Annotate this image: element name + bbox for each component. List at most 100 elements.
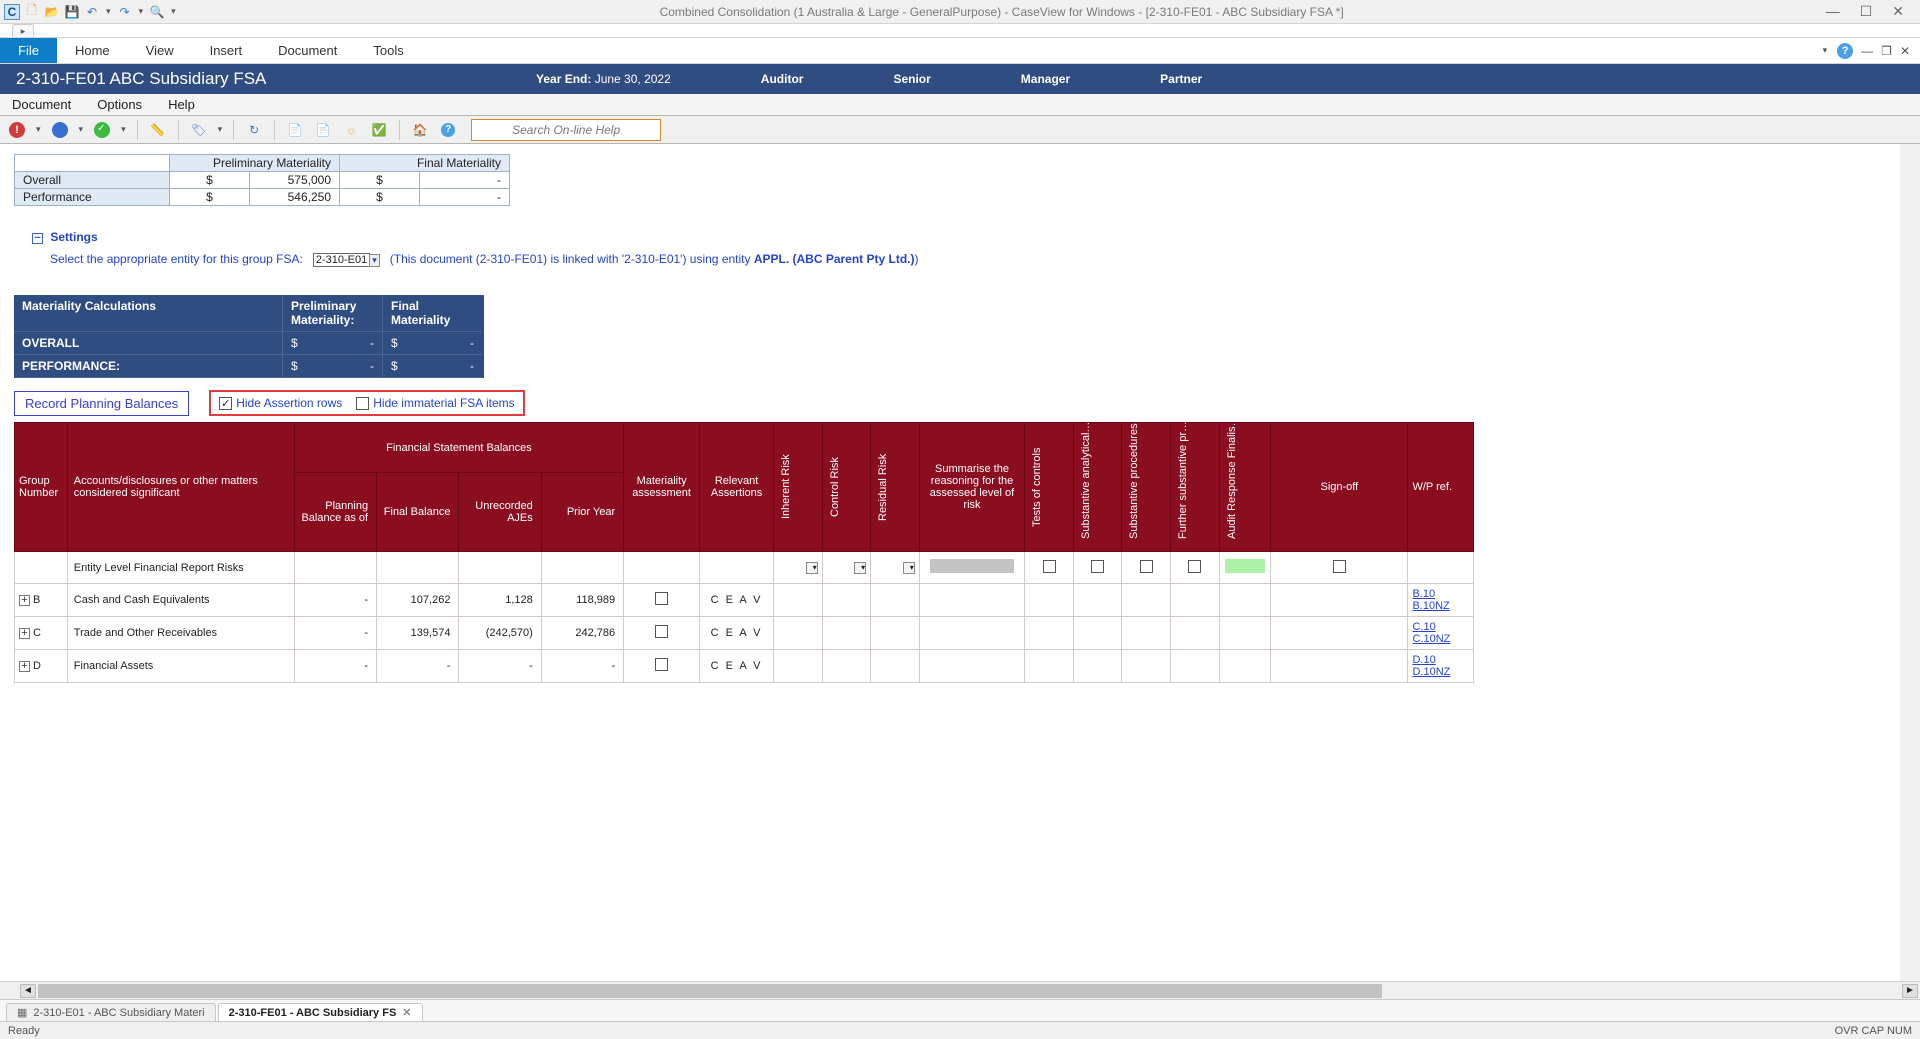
ruler-icon[interactable]: 📏 xyxy=(147,119,169,141)
settings-header[interactable]: − Settings xyxy=(32,230,1890,244)
wp-link[interactable]: C.10NZ xyxy=(1412,633,1469,645)
hide-assertions-checkbox[interactable]: Hide Assertion rows xyxy=(219,396,342,410)
globe-icon[interactable] xyxy=(49,119,71,141)
mini-tab[interactable]: ▸ xyxy=(12,24,34,37)
settings-section: − Settings Select the appropriate entity… xyxy=(32,230,1890,267)
submenu-help[interactable]: Help xyxy=(168,97,195,112)
ribbon-home[interactable]: Home xyxy=(57,38,128,63)
role-auditor: Auditor xyxy=(761,72,804,86)
tag-dropdown[interactable]: ▾ xyxy=(216,124,225,135)
new-icon[interactable]: 🗋 xyxy=(24,4,40,20)
expand-icon[interactable]: + xyxy=(19,628,30,639)
tag-icon[interactable]: 🏷 xyxy=(188,119,210,141)
mini-tab-strip: ▸ xyxy=(0,24,1920,38)
quick-access-toolbar: C 🗋 📂 💾 ↶ ▾ ↷ ▾ 🔍 ▾ xyxy=(4,4,178,20)
doc-tab-active[interactable]: 2-310-FE01 - ABC Subsidiary FS ✕ xyxy=(218,1003,423,1021)
scroll-right-icon[interactable]: ► xyxy=(1902,984,1918,998)
preview-icon[interactable]: 🔍 xyxy=(149,4,165,20)
hide-immaterial-checkbox[interactable]: Hide immaterial FSA items xyxy=(356,396,514,410)
ribbon-insert[interactable]: Insert xyxy=(192,38,261,63)
checkdoc-icon[interactable]: ✅ xyxy=(368,119,390,141)
ribbon-right: ▾ ? ― ❐ ✕ xyxy=(1821,38,1920,63)
ribbon-options-dropdown[interactable]: ▾ xyxy=(1821,45,1830,56)
role-partner: Partner xyxy=(1160,72,1202,86)
sun-icon[interactable]: ☼ xyxy=(340,119,362,141)
materiality-calc-panel: Materiality Calculations Preliminary Mat… xyxy=(14,295,484,378)
doc-tab[interactable]: ▦ 2-310-E01 - ABC Subsidiary Materi xyxy=(6,1003,216,1021)
undo-dropdown[interactable]: ▾ xyxy=(104,6,113,17)
expand-icon[interactable]: + xyxy=(19,595,30,606)
status-bar: Ready OVR CAP NUM xyxy=(0,1021,1920,1039)
refresh-icon[interactable]: ↻ xyxy=(243,119,265,141)
table-row: Performance $ 546,250 $ - xyxy=(15,189,510,206)
wp-link[interactable]: B.10NZ xyxy=(1412,600,1469,612)
checkbox[interactable] xyxy=(1333,560,1346,573)
redo-icon[interactable]: ↷ xyxy=(117,4,133,20)
entity-select[interactable]: 2-310-E01 xyxy=(313,253,370,267)
redo-dropdown[interactable]: ▾ xyxy=(137,6,146,17)
file-tab[interactable]: File xyxy=(0,38,57,63)
wp-link[interactable]: D.10 xyxy=(1412,654,1469,666)
check-dropdown[interactable]: ▾ xyxy=(119,124,128,135)
matcalc-col-final: Final Materiality xyxy=(382,295,482,332)
home-icon[interactable]: 🏠 xyxy=(409,119,431,141)
check-icon[interactable] xyxy=(91,119,113,141)
preview-dropdown[interactable]: ▾ xyxy=(169,6,178,17)
child-close-button[interactable]: ✕ xyxy=(1900,44,1910,58)
th-control-risk: Control Risk xyxy=(822,423,871,552)
checkbox[interactable] xyxy=(1091,560,1104,573)
document-tabs: ▦ 2-310-E01 - ABC Subsidiary Materi 2-31… xyxy=(0,999,1920,1021)
alert-dropdown[interactable]: ▾ xyxy=(34,124,43,135)
table-row: Overall $ 575,000 $ - xyxy=(15,172,510,189)
checkbox[interactable] xyxy=(1043,560,1056,573)
close-button[interactable]: ✕ xyxy=(1892,3,1904,20)
checkbox[interactable] xyxy=(655,592,668,605)
dropdown-icon[interactable]: ▾ xyxy=(854,562,866,574)
wp-link[interactable]: B.10 xyxy=(1412,588,1469,600)
submenu-document[interactable]: Document xyxy=(12,97,71,112)
filter-options-group: Hide Assertion rows Hide immaterial FSA … xyxy=(209,390,524,416)
scrollbar-thumb[interactable] xyxy=(38,984,1382,998)
table-row: +B Cash and Cash Equivalents - 107,262 1… xyxy=(15,584,1474,617)
scroll-left-icon[interactable]: ◄ xyxy=(20,984,36,998)
undo-icon[interactable]: ↶ xyxy=(84,4,100,20)
ribbon-tools[interactable]: Tools xyxy=(355,38,421,63)
child-restore-button[interactable]: ❐ xyxy=(1881,44,1892,58)
checkbox[interactable] xyxy=(1188,560,1201,573)
checkbox[interactable] xyxy=(1140,560,1153,573)
chevron-down-icon[interactable]: ▾ xyxy=(369,254,380,267)
checkbox[interactable] xyxy=(655,658,668,671)
alert-icon[interactable]: ! xyxy=(6,119,28,141)
record-planning-button[interactable]: Record Planning Balances xyxy=(14,391,189,416)
dropdown-icon[interactable]: ▾ xyxy=(903,562,915,574)
checkbox-icon[interactable] xyxy=(356,397,369,410)
maximize-button[interactable]: ☐ xyxy=(1860,3,1873,20)
close-icon[interactable]: ✕ xyxy=(402,1006,411,1019)
ribbon-document[interactable]: Document xyxy=(260,38,355,63)
child-minimize-button[interactable]: ― xyxy=(1861,44,1873,58)
submenu-options[interactable]: Options xyxy=(97,97,142,112)
doc2-icon[interactable]: 📄 xyxy=(312,119,334,141)
doc1-icon[interactable]: 📄 xyxy=(284,119,306,141)
search-input[interactable]: Search On-line Help xyxy=(471,119,661,141)
collapse-icon[interactable]: − xyxy=(32,233,43,244)
ribbon-view[interactable]: View xyxy=(128,38,192,63)
checkbox-icon[interactable] xyxy=(219,397,232,410)
checkbox[interactable] xyxy=(655,625,668,638)
status-left: Ready xyxy=(8,1025,40,1037)
wp-link[interactable]: C.10 xyxy=(1412,621,1469,633)
dropdown-icon[interactable]: ▾ xyxy=(806,562,818,574)
minimize-button[interactable]: ― xyxy=(1826,3,1840,20)
open-icon[interactable]: 📂 xyxy=(44,4,60,20)
save-icon[interactable]: 💾 xyxy=(64,4,80,20)
help-icon-toolbar[interactable]: ? xyxy=(437,119,459,141)
matcalc-title: Materiality Calculations xyxy=(14,295,282,332)
globe-dropdown[interactable]: ▾ xyxy=(77,124,86,135)
expand-icon[interactable]: + xyxy=(19,661,30,672)
wp-link[interactable]: D.10NZ xyxy=(1412,666,1469,678)
help-icon[interactable]: ? xyxy=(1837,43,1853,59)
horizontal-scrollbar[interactable]: ◄ ► xyxy=(0,981,1920,999)
reasoning-input[interactable] xyxy=(930,559,1014,573)
table-row: Entity Level Financial Report Risks ▾ ▾ … xyxy=(15,552,1474,584)
th-assertions: Relevant Assertions xyxy=(700,423,774,552)
